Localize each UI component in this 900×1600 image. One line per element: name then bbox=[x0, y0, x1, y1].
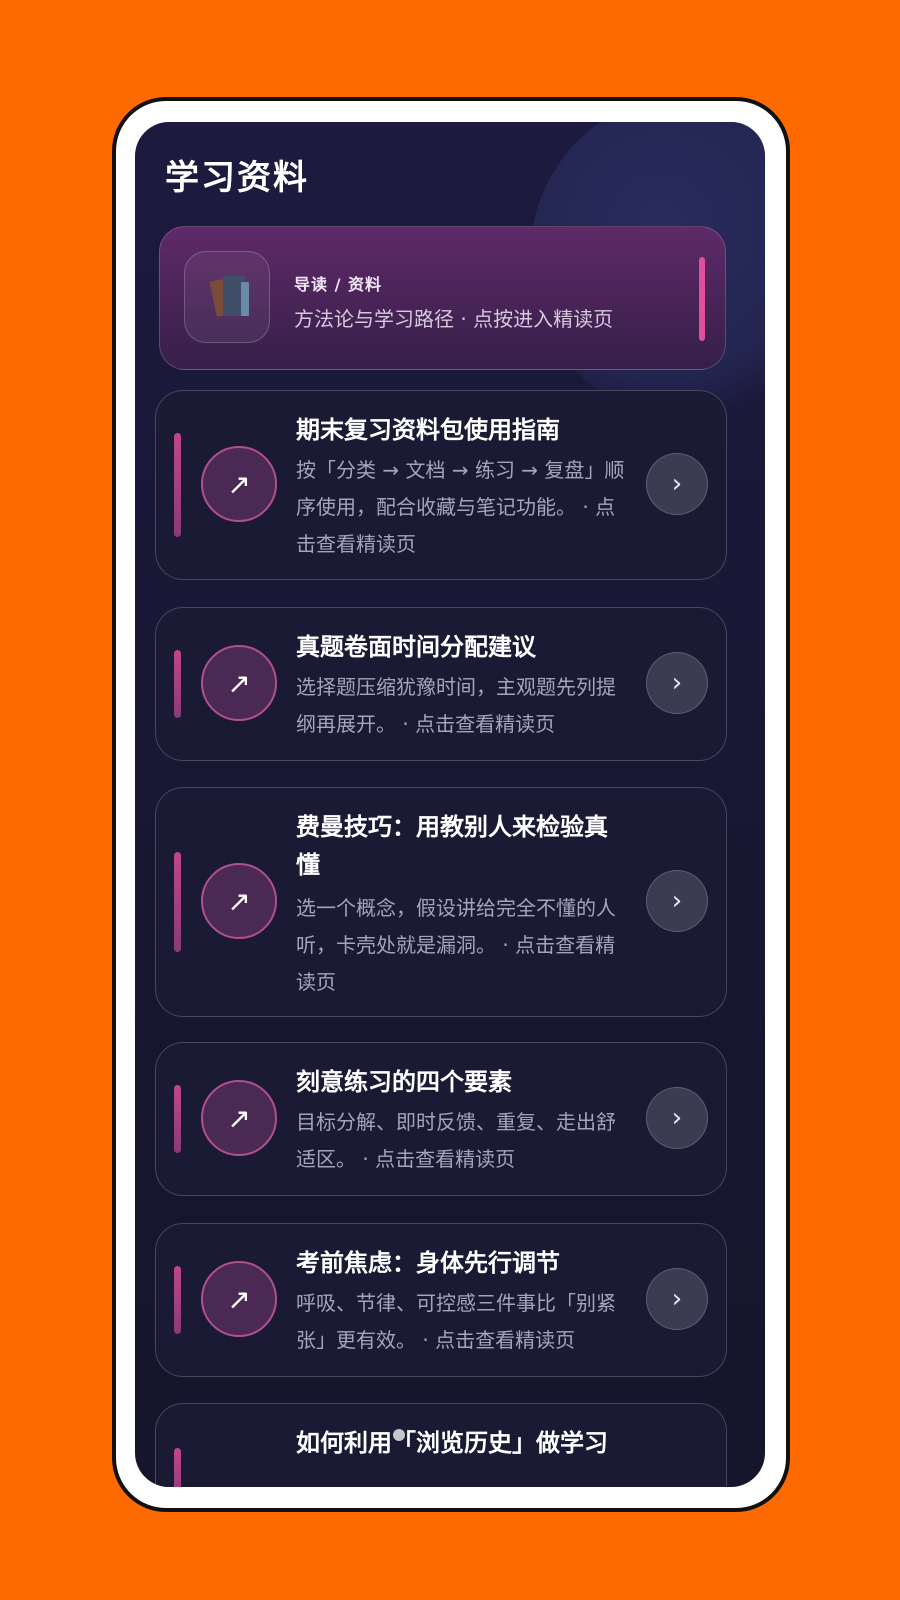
card-description: 按「分类 → 文档 → 练习 → 复盘」顺序使用，配合收藏与笔记功能。 · 点击… bbox=[296, 458, 625, 556]
card-accent-bar bbox=[174, 433, 181, 537]
card-accent-bar bbox=[174, 1266, 181, 1334]
app-screen: 学习资料 导读 / 资料 方法论与学习路径 · 点按进入精读页 ↗ 期末复习资料… bbox=[135, 122, 765, 1487]
article-card-5[interactable]: ↗ 考前焦虑：身体先行调节 呼吸、节律、可控感三件事比「别紧张」更有效。 · 点… bbox=[155, 1223, 727, 1377]
chevron-right-icon[interactable]: › bbox=[646, 453, 708, 515]
card-title: 如何利用「浏览历史」做学习 bbox=[296, 1429, 608, 1457]
card-title: 考前焦虑：身体先行调节 bbox=[296, 1249, 560, 1277]
card-accent-bar bbox=[174, 650, 181, 718]
card-title: 真题卷面时间分配建议 bbox=[296, 633, 536, 661]
chevron-right-icon[interactable]: › bbox=[646, 1087, 708, 1149]
card-title: 刻意练习的四个要素 bbox=[296, 1068, 512, 1096]
arrow-up-right-icon: ↗ bbox=[201, 645, 277, 721]
chevron-right-icon[interactable]: › bbox=[646, 870, 708, 932]
card-description: 选择题压缩犹豫时间，主观题先列提纲再展开。 · 点击查看精读页 bbox=[296, 675, 616, 736]
article-card-6[interactable]: 如何利用「浏览历史」做学习 bbox=[155, 1403, 727, 1487]
card-description: 呼吸、节律、可控感三件事比「别紧张」更有效。 · 点击查看精读页 bbox=[296, 1291, 616, 1352]
card-accent-bar bbox=[174, 852, 181, 952]
accent-bar bbox=[699, 257, 705, 341]
card-accent-bar bbox=[174, 1448, 181, 1487]
article-card-2[interactable]: ↗ 真题卷面时间分配建议 选择题压缩犹豫时间，主观题先列提纲再展开。 · 点击查… bbox=[155, 607, 727, 761]
arrow-up-right-icon: ↗ bbox=[201, 863, 277, 939]
card-description: 选一个概念，假设讲给完全不懂的人听，卡壳处就是漏洞。 · 点击查看精读页 bbox=[296, 896, 616, 994]
arrow-up-right-icon: ↗ bbox=[201, 1080, 277, 1156]
intro-subtitle: 方法论与学习路径 · 点按进入精读页 bbox=[294, 307, 614, 331]
article-card-1[interactable]: ↗ 期末复习资料包使用指南 按「分类 → 文档 → 练习 → 复盘」顺序使用，配… bbox=[155, 390, 727, 580]
card-title: 期末复习资料包使用指南 bbox=[296, 416, 560, 444]
intro-card[interactable]: 导读 / 资料 方法论与学习路径 · 点按进入精读页 bbox=[159, 226, 726, 370]
article-card-4[interactable]: ↗ 刻意练习的四个要素 目标分解、即时反馈、重复、走出舒适区。 · 点击查看精读… bbox=[155, 1042, 727, 1196]
page-title: 学习资料 bbox=[165, 158, 309, 198]
card-description: 目标分解、即时反馈、重复、走出舒适区。 · 点击查看精读页 bbox=[296, 1110, 616, 1171]
chevron-right-icon[interactable]: › bbox=[646, 652, 708, 714]
scroll-indicator-dot bbox=[393, 1429, 405, 1441]
card-title: 费曼技巧：用教别人来检验真懂 bbox=[296, 813, 608, 879]
article-card-3[interactable]: ↗ 费曼技巧：用教别人来检验真懂 选一个概念，假设讲给完全不懂的人听，卡壳处就是… bbox=[155, 787, 727, 1017]
card-accent-bar bbox=[174, 1085, 181, 1153]
books-icon bbox=[184, 251, 270, 343]
chevron-right-icon[interactable]: › bbox=[646, 1268, 708, 1330]
arrow-up-right-icon: ↗ bbox=[201, 446, 277, 522]
arrow-up-right-icon: ↗ bbox=[201, 1261, 277, 1337]
intro-kicker: 导读 / 资料 bbox=[294, 275, 382, 294]
